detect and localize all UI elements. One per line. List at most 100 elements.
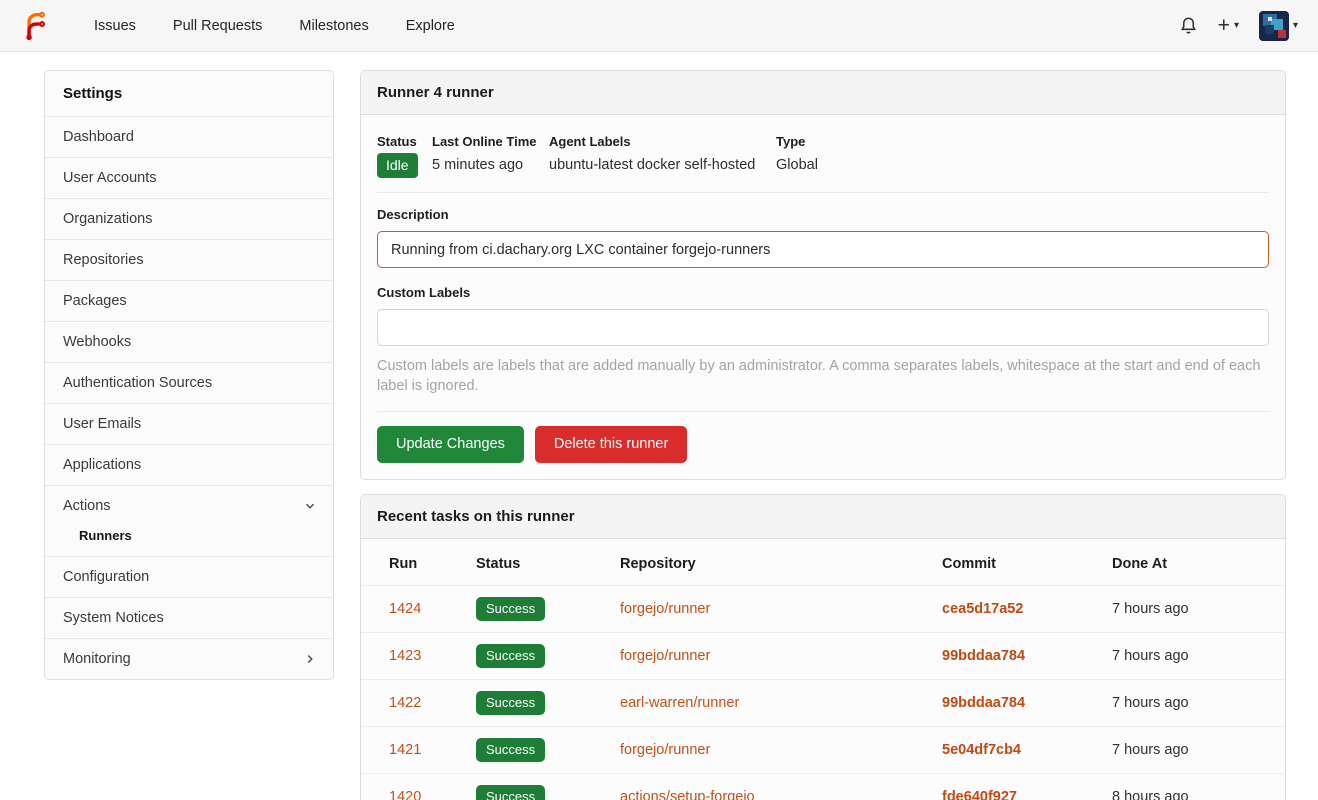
custom-labels-label: Custom Labels xyxy=(377,285,1269,300)
nav-link-explore[interactable]: Explore xyxy=(392,10,469,42)
sidebar-item-label: Webhooks xyxy=(63,334,131,350)
divider xyxy=(377,192,1269,193)
main-content: Runner 4 runner Status Idle Last Online … xyxy=(360,70,1286,800)
user-menu-button[interactable]: ▾ xyxy=(1259,11,1298,41)
chevron-right-icon xyxy=(303,652,317,666)
sidebar-item-label: Monitoring xyxy=(63,651,131,667)
delete-runner-button[interactable]: Delete this runner xyxy=(535,426,687,463)
custom-labels-help: Custom labels are labels that are added … xyxy=(377,356,1269,397)
repository-link[interactable]: forgejo/runner xyxy=(620,742,710,758)
sidebar-item-label: Actions xyxy=(63,498,111,514)
page: Issues Pull Requests Milestones Explore + ▾ xyxy=(0,0,1318,800)
run-link[interactable]: 1424 xyxy=(389,601,421,617)
runner-panel-body: Status Idle Last Online Time 5 minutes a… xyxy=(361,115,1285,479)
column-header-repository: Repository xyxy=(620,539,942,586)
sidebar-item-runners[interactable]: Runners xyxy=(45,526,333,556)
commit-link[interactable]: 99bddaa784 xyxy=(942,695,1025,711)
repository-link[interactable]: forgejo/runner xyxy=(620,648,710,664)
sidebar-item-dashboard[interactable]: Dashboard xyxy=(45,116,333,157)
chevron-down-icon: ▾ xyxy=(1234,20,1239,31)
navbar-right: + ▾ ▾ xyxy=(1179,11,1298,41)
agent-labels-column: Agent Labels ubuntu-latest docker self-h… xyxy=(549,134,776,178)
tasks-panel-title: Recent tasks on this runner xyxy=(361,495,1285,539)
commit-link[interactable]: cea5d17a52 xyxy=(942,601,1023,617)
status-badge: Success xyxy=(476,738,545,762)
sidebar-item-monitoring[interactable]: Monitoring xyxy=(45,638,333,679)
table-row: 1424Successforgejo/runnercea5d17a527 hou… xyxy=(361,585,1285,632)
status-label: Status xyxy=(377,134,432,149)
description-label: Description xyxy=(377,207,1269,222)
agent-labels-value: ubuntu-latest docker self-hosted xyxy=(549,157,776,173)
column-header-status: Status xyxy=(476,539,620,586)
settings-sidebar: SettingsDashboardUser AccountsOrganizati… xyxy=(44,70,334,680)
commit-link[interactable]: fde640f927 xyxy=(942,789,1017,800)
plus-icon: + xyxy=(1218,15,1230,36)
content-layout: SettingsDashboardUser AccountsOrganizati… xyxy=(0,52,1318,800)
sidebar-item-user-emails[interactable]: User Emails xyxy=(45,403,333,444)
sidebar-item-actions[interactable]: Actions xyxy=(45,485,333,526)
run-link[interactable]: 1420 xyxy=(389,789,421,800)
run-link[interactable]: 1423 xyxy=(389,648,421,664)
bell-icon xyxy=(1179,16,1198,35)
notifications-button[interactable] xyxy=(1179,16,1198,35)
column-header-run: Run xyxy=(361,539,476,586)
runner-panel-title: Runner 4 runner xyxy=(361,71,1285,115)
agent-labels-label: Agent Labels xyxy=(549,134,776,149)
sidebar-item-label: Authentication Sources xyxy=(63,375,212,391)
sidebar-item-label: Runners xyxy=(79,528,132,543)
status-badge: Success xyxy=(476,691,545,715)
type-label: Type xyxy=(776,134,1269,149)
status-badge: Idle xyxy=(377,153,418,178)
sidebar-item-organizations[interactable]: Organizations xyxy=(45,198,333,239)
runner-panel: Runner 4 runner Status Idle Last Online … xyxy=(360,70,1286,480)
sidebar-item-webhooks[interactable]: Webhooks xyxy=(45,321,333,362)
table-row: 1421Successforgejo/runner5e04df7cb47 hou… xyxy=(361,726,1285,773)
table-row: 1422 Success earl-warren/runner 99bddaa784 7… xyxy=(361,679,1285,726)
nav-link-issues[interactable]: Issues xyxy=(80,10,150,42)
last-online-value: 5 minutes ago xyxy=(432,157,549,173)
runner-actions: Update Changes Delete this runner xyxy=(377,426,1269,463)
run-link[interactable]: 1422 xyxy=(389,695,421,711)
avatar xyxy=(1259,11,1289,41)
column-header-done-at: Done At xyxy=(1112,539,1285,586)
tasks-table-header: RunStatusRepositoryCommitDone At xyxy=(361,539,1285,586)
repository-link[interactable]: forgejo/runner xyxy=(620,601,710,617)
done-at-value: 7 hours ago xyxy=(1112,679,1285,726)
table-row: 1420 Success actions/setup-forgejo fde640f9… xyxy=(361,773,1285,800)
nav-link-pull-requests[interactable]: Pull Requests xyxy=(159,10,276,42)
nav-link-milestones[interactable]: Milestones xyxy=(285,10,382,42)
sidebar-item-applications[interactable]: Applications xyxy=(45,444,333,485)
repository-link[interactable]: earl-warren/runner xyxy=(620,695,739,711)
run-link[interactable]: 1421 xyxy=(389,742,421,758)
sidebar-item-label: Organizations xyxy=(63,211,152,227)
chevron-down-icon: ▾ xyxy=(1293,20,1298,31)
status-badge: Success xyxy=(476,644,545,668)
sidebar-item-system-notices[interactable]: System Notices xyxy=(45,597,333,638)
status-badge: Success xyxy=(476,785,545,800)
sidebar-item-label: System Notices xyxy=(63,610,164,626)
sidebar-item-packages[interactable]: Packages xyxy=(45,280,333,321)
update-changes-button[interactable]: Update Changes xyxy=(377,426,524,463)
repository-link[interactable]: actions/setup-forgejo xyxy=(620,789,755,800)
sidebar-item-authentication-sources[interactable]: Authentication Sources xyxy=(45,362,333,403)
description-input[interactable] xyxy=(377,231,1269,268)
create-new-button[interactable]: + ▾ xyxy=(1218,15,1239,36)
runner-status-row: Status Idle Last Online Time 5 minutes a… xyxy=(377,134,1269,178)
nav-links: Issues Pull Requests Milestones Explore xyxy=(80,10,469,42)
commit-link[interactable]: 99bddaa784 xyxy=(942,648,1025,664)
tasks-panel: Recent tasks on this runner RunStatusRep… xyxy=(360,494,1286,800)
forgejo-logo[interactable] xyxy=(20,9,52,43)
sidebar-item-label: Applications xyxy=(63,457,141,473)
last-online-column: Last Online Time 5 minutes ago xyxy=(432,134,549,178)
sidebar-item-label: User Accounts xyxy=(63,170,157,186)
sidebar-item-label: Dashboard xyxy=(63,129,134,145)
commit-link[interactable]: 5e04df7cb4 xyxy=(942,742,1021,758)
last-online-label: Last Online Time xyxy=(432,134,549,149)
sidebar-item-user-accounts[interactable]: User Accounts xyxy=(45,157,333,198)
sidebar-item-label: User Emails xyxy=(63,416,141,432)
sidebar-item-repositories[interactable]: Repositories xyxy=(45,239,333,280)
sidebar-item-configuration[interactable]: Configuration xyxy=(45,556,333,597)
done-at-value: 8 hours ago xyxy=(1112,773,1285,800)
divider xyxy=(377,411,1269,412)
custom-labels-input[interactable] xyxy=(377,309,1269,346)
